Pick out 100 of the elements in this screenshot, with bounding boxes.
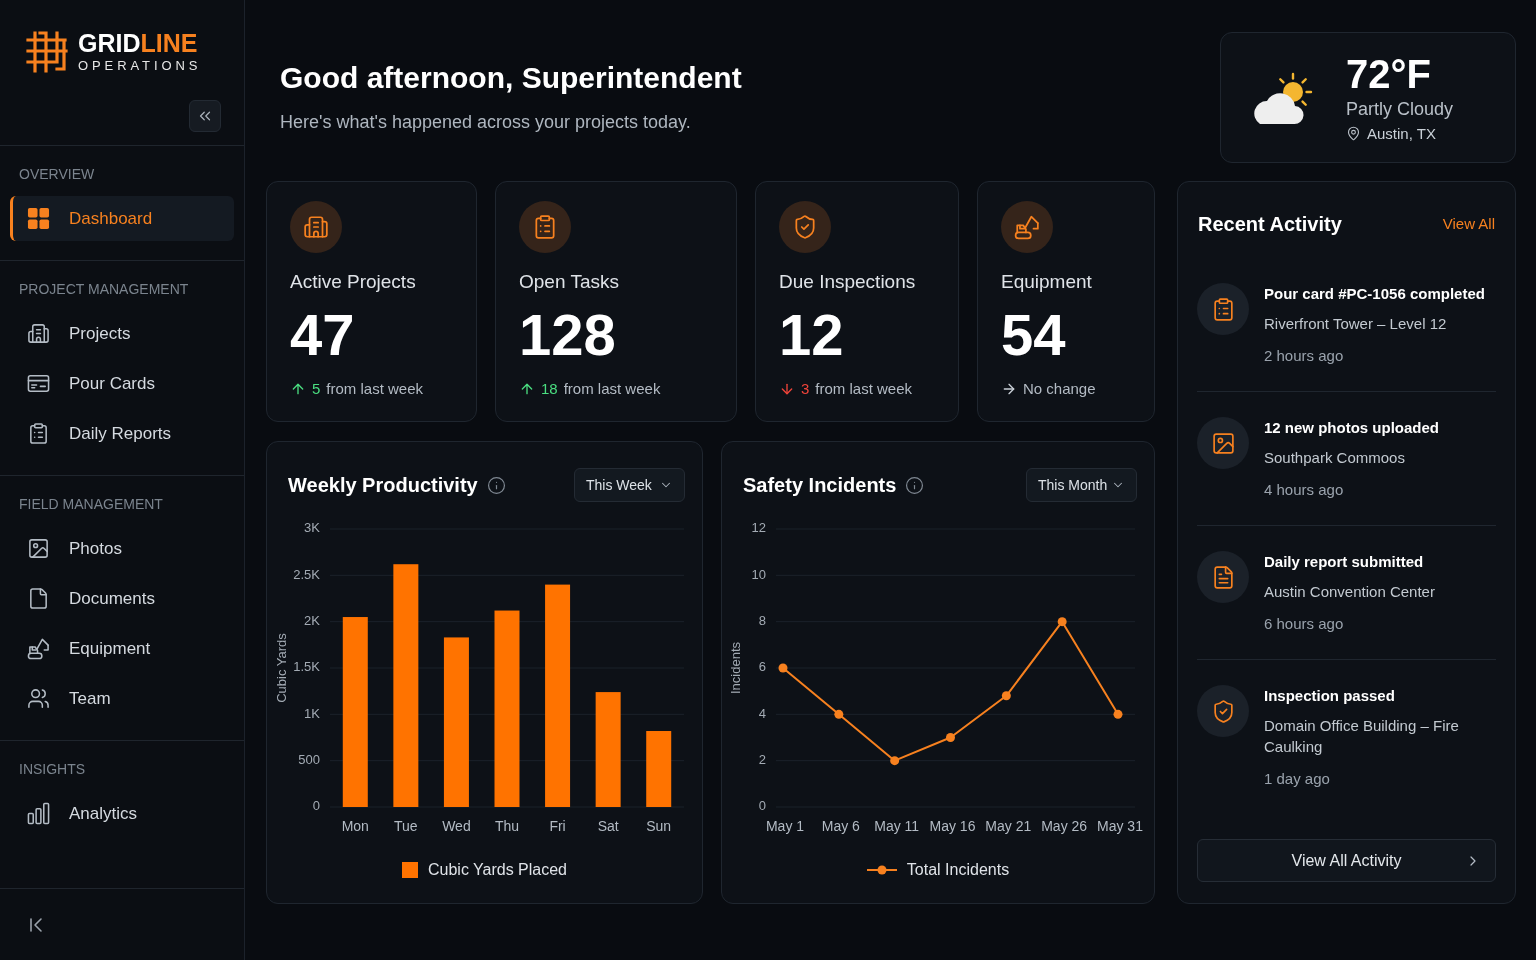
change-text: from last week: [326, 379, 424, 399]
axis-tick-label: 2.5K: [293, 566, 320, 582]
users-icon: [27, 687, 50, 710]
axis-title: Incidents: [728, 642, 744, 694]
legend-label: Cubic Yards Placed: [427, 860, 567, 880]
activity-subtitle: Domain Office Building – Fire Caulking: [1264, 716, 1460, 757]
activity-title: Daily report submitted: [1264, 552, 1425, 572]
section-heading: OVERVIEW: [18, 165, 96, 184]
axis-category-label: Wed: [442, 817, 471, 834]
info-icon: [905, 475, 925, 495]
stat-value: 54: [1001, 305, 1067, 365]
activity-title: Inspection passed: [1264, 686, 1396, 706]
axis-tick-label: 500: [298, 752, 320, 768]
document-icon: [1197, 551, 1249, 603]
axis-tick-label: 0: [758, 798, 766, 814]
logo-icon: [26, 31, 68, 73]
panel-title: Recent Activity: [1198, 212, 1342, 237]
axis-tick-label: 4: [758, 705, 766, 721]
activity-title: Pour card #PC-1056 completed: [1264, 284, 1485, 304]
axis-tick-label: 1K: [304, 705, 320, 721]
chart-title: Weekly Productivity: [288, 473, 478, 498]
axis-tick-label: 12: [751, 520, 766, 536]
nav-item[interactable]: Pour Cards: [10, 361, 234, 406]
axis-tick-label: 2K: [304, 613, 320, 629]
clipboard-list-icon: [519, 201, 571, 253]
chart-title: Safety Incidents: [743, 473, 897, 498]
axis-category-label: Mon: [341, 817, 369, 834]
axis-category-label: May 26: [1041, 817, 1088, 834]
activity-time: 2 hours ago: [1264, 346, 1345, 366]
axis-category-label: May 16: [929, 817, 976, 834]
section-heading: INSIGHTS: [18, 760, 87, 779]
axis-tick-label: 6: [758, 659, 766, 675]
nav-item[interactable]: Dashboard: [10, 196, 234, 241]
stat-label: Due Inspections: [779, 270, 917, 294]
stat-label: Open Tasks: [519, 270, 620, 294]
building-icon: [290, 201, 342, 253]
view-all-link[interactable]: View All: [1442, 214, 1495, 234]
nav-item[interactable]: Team: [10, 676, 234, 721]
brand-name: GRIDLINE: [78, 30, 199, 56]
axis-category-label: May 6: [821, 817, 860, 834]
weather-condition: Partly Cloudy: [1346, 97, 1454, 121]
greeting-heading: Good afternoon, Superintendent: [280, 60, 742, 96]
weather-location: Austin, TX: [1367, 123, 1436, 144]
period-dropdown[interactable]: This Month: [1026, 468, 1137, 502]
image-icon: [1197, 417, 1249, 469]
stat-value: 12: [779, 305, 845, 365]
nav-item[interactable]: Equipment: [10, 626, 234, 671]
axis-category-label: Fri: [549, 817, 566, 834]
axis-tick-label: 3K: [304, 520, 320, 536]
change-text: from last week: [815, 379, 913, 399]
sidebar-toggle-button[interactable]: [189, 100, 221, 132]
change-text: from last week: [563, 379, 661, 399]
shield-check-icon: [779, 201, 831, 253]
activity-title: 12 new photos uploaded: [1264, 418, 1439, 438]
building-icon: [27, 322, 50, 345]
temperature: 72°F: [1346, 51, 1432, 96]
activity-time: 4 hours ago: [1264, 480, 1345, 500]
map-pin-icon: [1346, 126, 1361, 141]
legend-label: Total Incidents: [906, 860, 1010, 880]
brand-tagline: OPERATIONS: [78, 58, 202, 74]
axis-category-label: May 1: [765, 817, 805, 834]
axis-tick-label: 10: [751, 566, 766, 582]
axis-tick-label: 0: [312, 798, 320, 814]
nav-item[interactable]: Documents: [10, 576, 234, 621]
stat-label: Equipment: [1001, 270, 1093, 294]
axis-tick-label: 2: [758, 752, 766, 768]
nav-item[interactable]: Photos: [10, 526, 234, 571]
change-text: No change: [1023, 379, 1096, 399]
activity-subtitle: Riverfront Tower – Level 12: [1264, 314, 1448, 334]
excavator-icon: [1001, 201, 1053, 253]
stat-value: 128: [519, 305, 617, 365]
axis-category-label: May 11: [874, 817, 920, 834]
change-amount: 3: [801, 379, 810, 399]
document-icon: [27, 587, 50, 610]
activity-time: 1 day ago: [1264, 769, 1331, 789]
activity-time: 6 hours ago: [1264, 614, 1345, 634]
nav-item[interactable]: Daily Reports: [10, 411, 234, 456]
section-heading: FIELD MANAGEMENT: [18, 495, 164, 514]
stat-label: Active Projects: [290, 270, 417, 294]
card-icon: [27, 372, 50, 395]
axis-category-label: Sat: [597, 817, 619, 834]
grid-squares-icon: [27, 207, 50, 230]
activity-subtitle: Southpark Commoos: [1264, 448, 1406, 468]
image-icon: [27, 537, 50, 560]
axis-category-label: Tue: [394, 817, 418, 834]
axis-category-label: May 31: [1097, 817, 1143, 834]
clipboard-list-icon: [1197, 283, 1249, 335]
nav-item[interactable]: Projects: [10, 311, 234, 356]
period-dropdown[interactable]: This Week: [574, 468, 685, 502]
activity-subtitle: Austin Convention Center: [1264, 582, 1435, 602]
excavator-icon: [27, 637, 50, 660]
axis-title: Cubic Yards: [274, 633, 290, 703]
bar-chart-icon: [27, 802, 50, 825]
greeting-subtitle: Here's what's happened across your projects today.: [280, 111, 692, 134]
axis-tick-label: 8: [758, 613, 766, 629]
stat-value: 47: [290, 305, 356, 365]
view-all-activity-button[interactable]: View All Activity: [1197, 839, 1496, 882]
shield-check-icon: [1197, 685, 1249, 737]
nav-item[interactable]: Analytics: [10, 791, 234, 836]
info-icon: [486, 475, 506, 495]
